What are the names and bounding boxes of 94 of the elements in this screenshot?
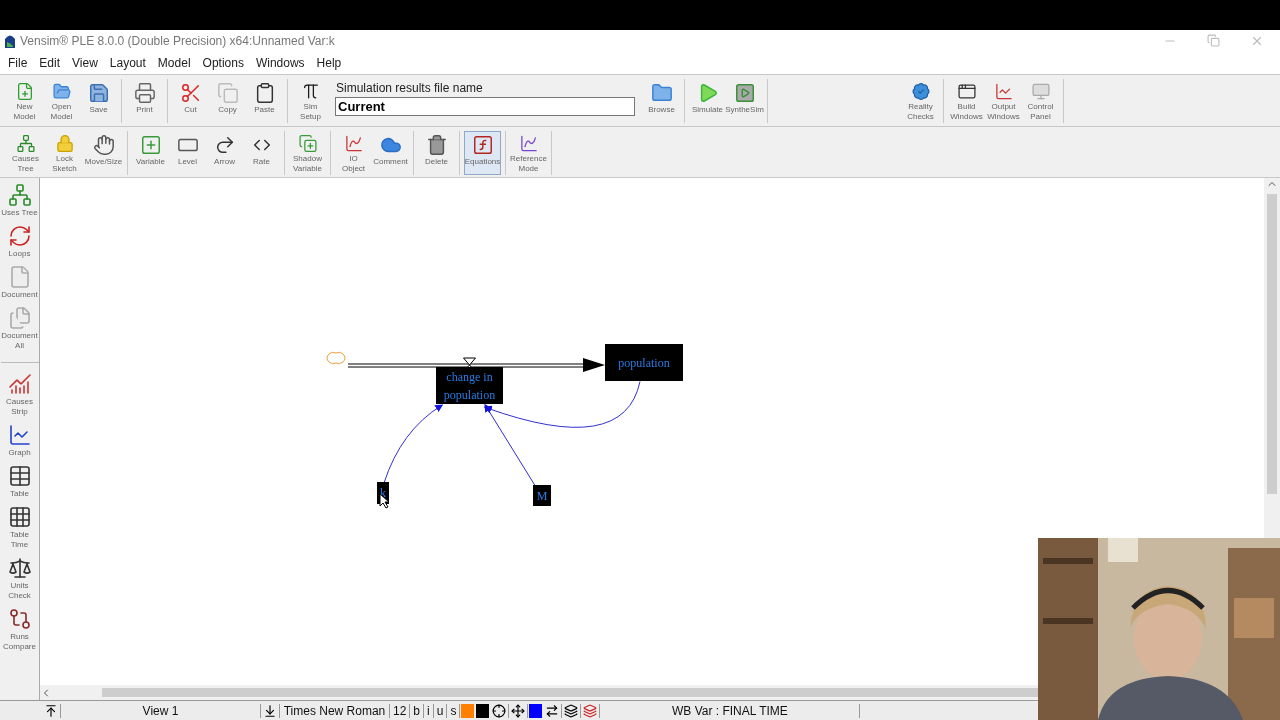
menu-item[interactable]: View (66, 56, 104, 70)
toolbar-button[interactable]: Sim Setup (292, 79, 329, 123)
causes-strip-icon (7, 372, 32, 396)
toolbar-button[interactable]: Build Windows (948, 79, 985, 123)
printer-icon (133, 82, 156, 104)
rate-variable[interactable]: change in population (436, 367, 503, 404)
loops-icon (7, 224, 32, 248)
function-icon (471, 134, 494, 156)
color-swatch[interactable] (529, 703, 543, 718)
menu-item[interactable]: Windows (249, 56, 311, 70)
position-icon[interactable] (511, 703, 526, 718)
graph-icon (7, 423, 32, 447)
document-all-icon (7, 306, 32, 330)
uses-tree-icon (7, 183, 32, 207)
analysis-tool-button[interactable]: Loops (0, 223, 39, 262)
table-time-icon (7, 505, 32, 529)
folder-icon (50, 82, 73, 101)
tool-button[interactable]: Causes Tree (6, 131, 45, 175)
analysis-tool-button[interactable]: Table (0, 463, 39, 502)
menu-item[interactable]: File (2, 56, 34, 70)
status-item[interactable]: i (424, 703, 434, 718)
layers-icon[interactable] (564, 703, 579, 718)
status-item[interactable]: 12 (390, 703, 411, 718)
toolbar-button[interactable]: Save (80, 79, 117, 123)
tool-button[interactable]: Comment (372, 131, 409, 175)
tool-button[interactable]: Reference Mode (510, 131, 547, 175)
analysis-tool-button[interactable]: Units Check (0, 555, 39, 604)
toolbar-button[interactable]: Open Model (43, 79, 80, 123)
menu-item[interactable]: Edit (33, 56, 67, 70)
status-item[interactable]: b (410, 703, 425, 718)
analysis-tool-button[interactable]: Graph (0, 422, 39, 461)
shadow-variable-icon (296, 134, 319, 153)
color-swatch[interactable] (461, 703, 475, 718)
runs-compare-icon (7, 607, 32, 631)
tool-button[interactable]: Equations (464, 131, 501, 175)
trash-icon (425, 134, 448, 156)
scissors-icon (179, 82, 202, 104)
variable-icon (139, 134, 162, 156)
tool-button[interactable]: Move/Size (84, 131, 123, 175)
window-title: Vensim® PLE 8.0.0 (Double Precision) x64:Unnamed Var:k (20, 34, 335, 48)
control-panel-icon (1029, 82, 1052, 101)
toolbar-button[interactable]: SyntheSim (726, 79, 763, 123)
balance-scale-icon (7, 556, 32, 580)
cloud-icon (325, 351, 347, 365)
tool-button[interactable]: Shadow Variable (289, 131, 326, 175)
app-logo-icon (4, 34, 16, 48)
toolbar-button[interactable]: Control Panel (1022, 79, 1059, 123)
analysis-tool-button[interactable]: Uses Tree (0, 182, 39, 221)
status-item[interactable]: View 1 (61, 703, 261, 718)
tool-button[interactable]: Delete (418, 131, 455, 175)
table-icon (7, 464, 32, 488)
menu-item[interactable]: Layout (103, 56, 152, 70)
tool-button[interactable]: Arrow (206, 131, 243, 175)
analysis-tool-button[interactable]: Table Time (0, 504, 39, 553)
status-item[interactable]: u (433, 703, 448, 718)
toolbar-button[interactable]: Browse (643, 79, 680, 123)
tool-button[interactable]: IO Object (335, 131, 372, 175)
copy-icon (216, 82, 239, 104)
menu-item[interactable]: Model (151, 56, 197, 70)
toolbar-button[interactable]: New Model (6, 79, 43, 123)
analysis-tool-button[interactable]: Document All (0, 305, 39, 354)
toolbar-button[interactable]: Output Windows (985, 79, 1022, 123)
toolbar-button[interactable]: Cut (172, 79, 209, 123)
analysis-tool-button[interactable]: Document (0, 264, 39, 303)
arrows-icon[interactable] (545, 703, 560, 718)
auxiliary-variable[interactable]: M (533, 485, 551, 506)
menu-item[interactable]: Help (310, 56, 348, 70)
tool-button[interactable]: Lock Sketch (45, 131, 84, 175)
toolbar-button[interactable]: Print (126, 79, 163, 123)
status-item[interactable]: s (447, 703, 461, 718)
toolbar-button[interactable]: Reality Checks (902, 79, 939, 123)
tool-button[interactable]: Variable (132, 131, 169, 175)
hand-icon (92, 134, 115, 156)
tool-button[interactable]: Rate (243, 131, 280, 175)
analysis-tool-button[interactable]: Causes Strip (0, 371, 39, 420)
play-box-icon (733, 82, 756, 104)
build-windows-icon (955, 82, 978, 101)
menu-item[interactable]: Options (196, 56, 250, 70)
field-label: Simulation results file name (336, 81, 484, 95)
down-arrow-icon[interactable] (263, 703, 277, 718)
tool-button[interactable]: Level (169, 131, 206, 175)
folder-icon (650, 82, 673, 104)
shape-icon[interactable] (492, 703, 507, 718)
toolbar-button[interactable]: Copy (209, 79, 246, 123)
stock-variable[interactable]: population (605, 344, 683, 381)
causes-tree-icon (14, 134, 37, 153)
color-swatch[interactable] (476, 703, 490, 718)
toolbar-button[interactable]: Simulate (689, 79, 726, 123)
status-text: WB Var : FINAL TIME (600, 703, 861, 718)
analysis-tool-button[interactable]: Runs Compare (0, 606, 39, 655)
toolbar-button[interactable]: Paste (246, 79, 283, 123)
status-item[interactable]: Times New Roman (280, 703, 390, 718)
up-arrow-icon[interactable] (44, 703, 58, 718)
results-file-field[interactable]: Current (335, 97, 635, 116)
